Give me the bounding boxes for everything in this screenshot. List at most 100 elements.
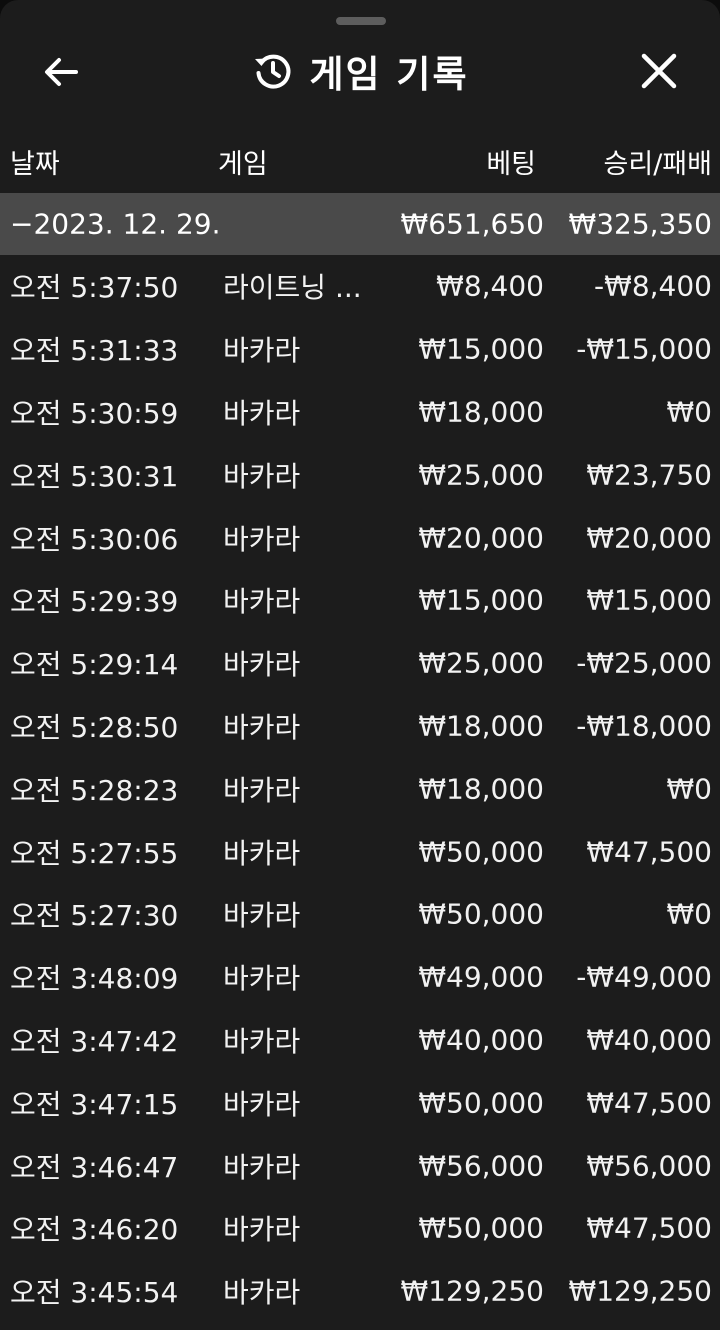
row-time: 오전 3:45:54: [10, 1276, 179, 1310]
table-row[interactable]: 오전 5:27:30 바카라 ₩50,000 ₩0: [0, 883, 720, 946]
row-game: 바카라: [223, 648, 301, 682]
row-time: 오전 3:46:20: [10, 1213, 179, 1247]
row-game: 바카라: [223, 836, 301, 870]
row-time: 오전 5:29:14: [10, 648, 179, 682]
row-time: 오전 5:30:06: [10, 522, 179, 556]
row-time: 오전 5:37:50: [10, 271, 179, 305]
row-bet: ₩50,000: [418, 897, 544, 931]
row-bet: ₩25,000: [418, 646, 544, 680]
table-row[interactable]: 오전 5:31:33 바카라 ₩15,000 -₩15,000: [0, 318, 720, 381]
column-header-win-loss: 승리/패배: [603, 149, 712, 180]
row-bet: ₩50,000: [418, 1086, 544, 1120]
table-row[interactable]: 오전 3:48:09 바카라 ₩49,000 -₩49,000: [0, 946, 720, 1009]
row-win-loss: ₩40,000: [586, 1023, 712, 1057]
row-win-loss: ₩20,000: [586, 521, 712, 555]
table-row[interactable]: 오전 3:46:20 바카라 ₩50,000 ₩47,500: [0, 1197, 720, 1260]
date-group-bet-total: ₩651,650: [400, 207, 544, 241]
row-win-loss: -₩8,400: [594, 269, 712, 303]
row-win-loss: ₩0: [666, 897, 713, 931]
row-game: 바카라: [223, 522, 301, 556]
table-row[interactable]: 오전 5:29:14 바카라 ₩25,000 -₩25,000: [0, 632, 720, 695]
row-bet: ₩50,000: [418, 1211, 544, 1245]
row-win-loss: ₩47,500: [586, 835, 712, 869]
row-win-loss: ₩47,500: [586, 1086, 712, 1120]
row-win-loss: ₩0: [666, 395, 713, 429]
table-row[interactable]: 오전 5:28:50 바카라 ₩18,000 -₩18,000: [0, 695, 720, 758]
row-bet: ₩15,000: [418, 332, 544, 366]
table-row[interactable]: 오전 3:46:47 바카라 ₩56,000 ₩56,000: [0, 1134, 720, 1197]
row-win-loss: -₩25,000: [576, 646, 712, 680]
row-time: 오전 3:48:09: [10, 962, 179, 996]
row-win-loss: ₩0: [666, 772, 713, 806]
game-history-sheet: 게임 기록 날짜 게임 베팅 승리/패배 −2023. 12. 29. ₩651…: [0, 0, 720, 1330]
row-time: 오전 3:47:15: [10, 1087, 179, 1121]
table-row[interactable]: 오전 5:27:55 바카라 ₩50,000 ₩47,500: [0, 820, 720, 883]
row-game: 바카라: [223, 585, 301, 619]
row-time: 오전 5:27:55: [10, 836, 179, 870]
row-bet: ₩8,400: [436, 269, 544, 303]
table-row[interactable]: 오전 5:37:50 라이트닝 ... ₩8,400 -₩8,400: [0, 255, 720, 318]
close-button[interactable]: [636, 48, 682, 94]
row-bet: ₩25,000: [418, 458, 544, 492]
table-row[interactable]: 오전 3:47:42 바카라 ₩40,000 ₩40,000: [0, 1009, 720, 1072]
row-time: 오전 5:31:33: [10, 334, 179, 368]
row-win-loss: ₩23,750: [586, 458, 712, 492]
date-group-win-loss-total: ₩325,350: [568, 207, 712, 241]
table-row[interactable]: 오전 5:29:39 바카라 ₩15,000 ₩15,000: [0, 569, 720, 632]
date-group-row[interactable]: −2023. 12. 29. ₩651,650 ₩325,350: [0, 193, 720, 255]
row-bet: ₩20,000: [418, 521, 544, 555]
row-bet: ₩129,250: [400, 1274, 544, 1308]
date-group-label: −2023. 12. 29.: [10, 207, 221, 241]
row-bet: ₩40,000: [418, 1023, 544, 1057]
row-bet: ₩18,000: [418, 772, 544, 806]
row-win-loss: -₩49,000: [576, 960, 712, 994]
column-header-game: 게임: [218, 149, 268, 180]
row-game: 바카라: [223, 899, 301, 933]
row-win-loss: -₩15,000: [576, 332, 712, 366]
row-game: 바카라: [223, 962, 301, 996]
row-win-loss: ₩56,000: [586, 1149, 712, 1183]
column-header-date: 날짜: [10, 149, 60, 180]
table-row[interactable]: 오전 5:30:06 바카라 ₩20,000 ₩20,000: [0, 506, 720, 569]
row-bet: ₩49,000: [418, 960, 544, 994]
page-title: 게임 기록: [309, 53, 469, 96]
table-row[interactable]: 오전 5:30:31 바카라 ₩25,000 ₩23,750: [0, 443, 720, 506]
row-game: 바카라: [223, 1150, 301, 1184]
row-game: 바카라: [223, 1087, 301, 1121]
row-game: 라이트닝 ...: [223, 271, 362, 305]
row-time: 오전 5:30:31: [10, 459, 179, 493]
row-game: 바카라: [223, 1276, 301, 1310]
header: 게임 기록: [0, 30, 720, 112]
row-time: 오전 5:27:30: [10, 899, 179, 933]
row-time: 오전 3:47:42: [10, 1024, 179, 1058]
row-win-loss: ₩47,500: [586, 1211, 712, 1245]
row-time: 오전 5:29:39: [10, 585, 179, 619]
close-icon: [641, 53, 677, 89]
row-game: 바카라: [223, 1024, 301, 1058]
history-clock-icon: [255, 54, 291, 89]
row-game: 바카라: [223, 334, 301, 368]
row-bet: ₩15,000: [418, 583, 544, 617]
table-row[interactable]: 오전 3:45:54 바카라 ₩129,250 ₩129,250: [0, 1260, 720, 1323]
table-header: 날짜 게임 베팅 승리/패배: [0, 128, 720, 190]
row-win-loss: ₩15,000: [586, 583, 712, 617]
history-list: 오전 5:37:50 라이트닝 ... ₩8,400 -₩8,400 오전 5:…: [0, 255, 720, 1323]
row-win-loss: -₩18,000: [576, 709, 712, 743]
row-game: 바카라: [223, 396, 301, 430]
row-time: 오전 3:46:47: [10, 1150, 179, 1184]
arrow-left-icon: [45, 58, 78, 86]
drag-handle[interactable]: [336, 17, 386, 25]
row-game: 바카라: [223, 1213, 301, 1247]
row-bet: ₩56,000: [418, 1149, 544, 1183]
row-bet: ₩18,000: [418, 395, 544, 429]
table-row[interactable]: 오전 5:28:23 바카라 ₩18,000 ₩0: [0, 757, 720, 820]
table-row[interactable]: 오전 5:30:59 바카라 ₩18,000 ₩0: [0, 381, 720, 444]
row-bet: ₩50,000: [418, 835, 544, 869]
back-button[interactable]: [40, 50, 84, 94]
table-row[interactable]: 오전 3:47:15 바카라 ₩50,000 ₩47,500: [0, 1071, 720, 1134]
row-time: 오전 5:30:59: [10, 396, 179, 430]
column-header-bet: 베팅: [486, 149, 536, 180]
title-group: 게임 기록: [0, 30, 720, 112]
row-bet: ₩18,000: [418, 709, 544, 743]
row-time: 오전 5:28:50: [10, 710, 179, 744]
